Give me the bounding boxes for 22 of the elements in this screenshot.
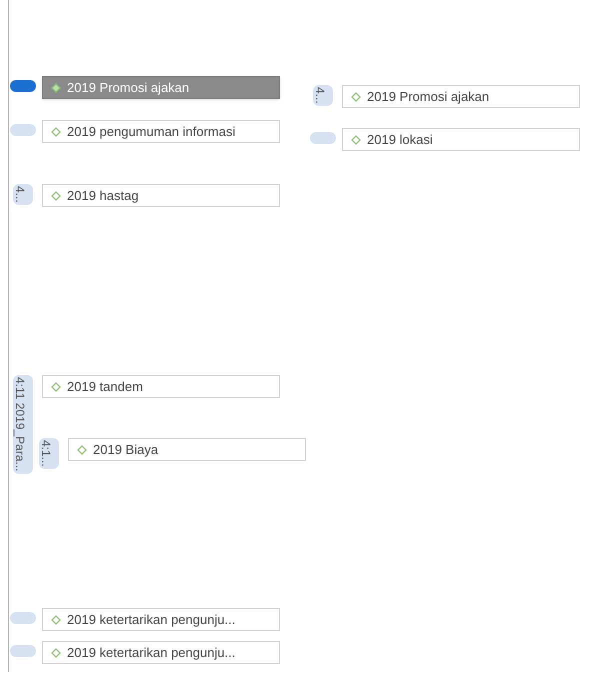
diamond-icon <box>77 444 87 454</box>
diamond-icon <box>51 382 61 392</box>
diamond-icon <box>51 126 61 136</box>
diamond-icon <box>51 614 61 624</box>
code-node[interactable]: 2019 Promosi ajakan <box>342 85 580 108</box>
diamond-icon <box>351 134 361 144</box>
code-node[interactable]: 2019 hastag <box>42 184 280 207</box>
quotation-tab[interactable]: 4... <box>313 85 333 106</box>
quotation-tab[interactable] <box>10 80 36 92</box>
code-node[interactable]: 2019 pengumuman informasi <box>42 120 280 143</box>
quotation-tab[interactable]: 4... <box>13 184 33 205</box>
code-node[interactable]: 2019 ketertarikan pengunju... <box>42 608 280 631</box>
quotation-tab[interactable]: 4:1... <box>39 438 59 469</box>
quotation-tab[interactable]: 4:11 2019_Para... <box>13 375 33 474</box>
code-node[interactable]: 2019 Biaya <box>68 438 306 461</box>
code-node[interactable]: 2019 lokasi <box>342 128 580 151</box>
diamond-icon <box>51 82 61 92</box>
code-node[interactable]: 2019 ketertarikan pengunju... <box>42 641 280 664</box>
diamond-icon <box>51 648 61 658</box>
code-node[interactable]: 2019 tandem <box>42 375 280 398</box>
diamond-icon <box>51 190 61 200</box>
diamond-icon <box>351 92 361 102</box>
